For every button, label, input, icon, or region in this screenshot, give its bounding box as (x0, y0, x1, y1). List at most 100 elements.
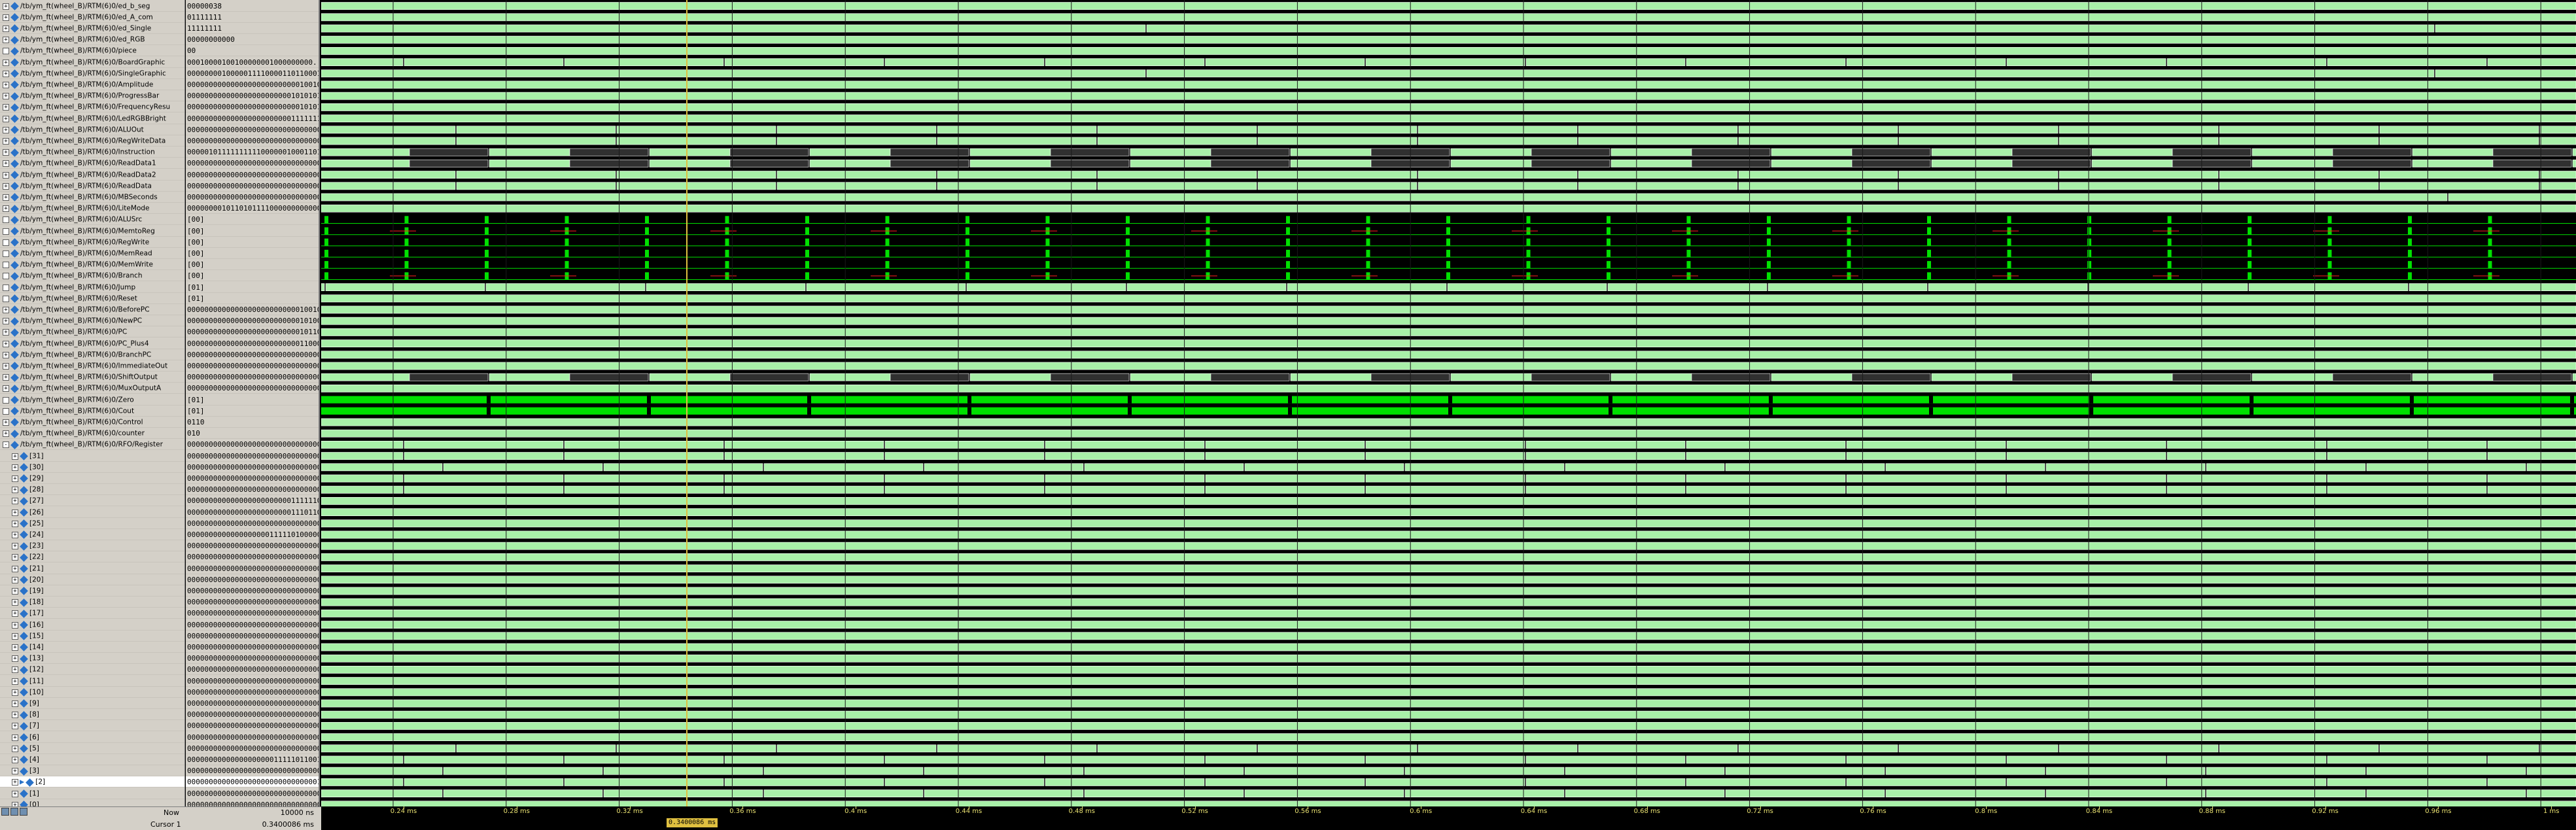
signal-row[interactable]: + /tb/ym_ft(wheel_B)/RTM(6)0/ed_Single (0, 23, 184, 35)
signal-row[interactable]: /tb/ym_ft(wheel_B)/RTM(6)0/RegWrite (0, 237, 184, 248)
expand-toggle-icon[interactable] (3, 262, 9, 269)
signal-row[interactable]: /tb/ym_ft(wheel_B)/RTM(6)0/Cout (0, 406, 184, 417)
expand-toggle-icon[interactable]: + (12, 768, 18, 775)
expand-toggle-icon[interactable]: + (12, 801, 18, 806)
expand-toggle-icon[interactable]: + (3, 14, 9, 21)
expand-toggle-icon[interactable]: + (12, 587, 18, 595)
expand-toggle-icon[interactable]: + (3, 182, 9, 190)
signal-row[interactable]: + [7] (0, 720, 184, 732)
signal-row[interactable]: /tb/ym_ft(wheel_B)/RTM(6)0/MemWrite (0, 259, 184, 271)
expand-toggle-icon[interactable]: + (12, 734, 18, 741)
expand-toggle-icon[interactable] (3, 407, 9, 415)
signal-row[interactable]: + [9] (0, 698, 184, 710)
signal-row[interactable]: /tb/ym_ft(wheel_B)/RTM(6)0/Branch (0, 270, 184, 282)
signal-row[interactable]: + [4] (0, 754, 184, 766)
signal-row[interactable]: + /tb/ym_ft(wheel_B)/RTM(6)0/FrequencyRes… (0, 101, 184, 113)
expand-toggle-icon[interactable]: + (12, 712, 18, 719)
signal-row[interactable]: + /tb/ym_ft(wheel_B)/RTM(6)0/BoardGraphic (0, 57, 184, 68)
cursor-add-icon[interactable] (20, 808, 27, 816)
signal-row[interactable]: + /tb/ym_ft(wheel_B)/RTM(6)0/BeforePC (0, 304, 184, 316)
expand-toggle-icon[interactable] (3, 239, 9, 246)
signal-row[interactable]: + /tb/ym_ft(wheel_B)/RTM(6)0/ed_RGB (0, 34, 184, 46)
expand-toggle-icon[interactable]: + (3, 194, 9, 201)
expand-toggle-icon[interactable]: + (12, 475, 18, 482)
signal-row[interactable]: + /tb/ym_ft(wheel_B)/RTM(6)0/NewPC (0, 315, 184, 327)
expand-toggle-icon[interactable]: + (3, 419, 9, 426)
signal-row[interactable]: /tb/ym_ft(wheel_B)/RTM(6)0/ALUSrc (0, 214, 184, 226)
signal-row[interactable]: /tb/ym_ft(wheel_B)/RTM(6)0/MemRead (0, 248, 184, 260)
signal-row[interactable]: /tb/ym_ft(wheel_B)/RTM(6)0/piece (0, 45, 184, 57)
signal-row[interactable]: + [12] (0, 664, 184, 676)
expand-toggle-icon[interactable]: + (12, 678, 18, 685)
expand-toggle-icon[interactable] (3, 284, 9, 291)
expand-toggle-icon[interactable]: + (3, 115, 9, 122)
signal-row[interactable]: + /tb/ym_ft(wheel_B)/RTM(6)0/ed_A_com (0, 12, 184, 23)
expand-toggle-icon[interactable]: + (12, 655, 18, 663)
expand-toggle-icon[interactable] (3, 396, 9, 404)
expand-toggle-icon[interactable]: + (3, 306, 9, 313)
signal-row[interactable]: + [14] (0, 642, 184, 653)
expand-toggle-icon[interactable] (3, 228, 9, 235)
signal-row[interactable]: + [29] (0, 473, 184, 485)
signal-row[interactable]: + [10] (0, 687, 184, 698)
expand-toggle-icon[interactable]: + (3, 329, 9, 336)
signal-row[interactable]: + [0] (0, 799, 184, 806)
signal-row[interactable]: /tb/ym_ft(wheel_B)/RTM(6)0/Reset (0, 293, 184, 304)
expand-toggle-icon[interactable]: + (3, 374, 9, 381)
expand-toggle-icon[interactable]: + (3, 205, 9, 213)
signal-row[interactable]: + [26] (0, 507, 184, 518)
expand-toggle-icon[interactable]: + (3, 430, 9, 438)
expand-toggle-icon[interactable]: + (3, 340, 9, 347)
signal-row[interactable]: + [30] (0, 462, 184, 473)
signal-row[interactable]: + /tb/ym_ft(wheel_B)/RTM(6)0/counter (0, 428, 184, 440)
expand-toggle-icon[interactable]: + (3, 70, 9, 77)
expand-toggle-icon[interactable]: + (3, 385, 9, 392)
signal-row[interactable]: + [6] (0, 732, 184, 743)
signal-row[interactable]: + [27] (0, 495, 184, 507)
zoom-icon[interactable] (1, 808, 9, 816)
signal-row[interactable]: + /tb/ym_ft(wheel_B)/RTM(6)0/ReadData2 (0, 169, 184, 181)
signal-row[interactable]: /tb/ym_ft(wheel_B)/RTM(6)0/Jump (0, 282, 184, 293)
signal-row[interactable]: + /tb/ym_ft(wheel_B)/RTM(6)0/Instruction (0, 147, 184, 158)
expand-toggle-icon[interactable]: + (12, 632, 18, 640)
signal-row[interactable]: + /tb/ym_ft(wheel_B)/RTM(6)0/ALUOut (0, 124, 184, 135)
signal-values-pane[interactable]: 00000038 01111111 11111111 00000000000 00 000… (186, 0, 320, 806)
expand-toggle-icon[interactable]: + (3, 171, 9, 179)
expand-toggle-icon[interactable]: + (3, 362, 9, 370)
signal-row[interactable]: + [20] (0, 574, 184, 585)
signal-row[interactable]: + [19] (0, 585, 184, 597)
signal-row[interactable]: + /tb/ym_ft(wheel_B)/RTM(6)0/LiteMode (0, 203, 184, 215)
signal-row[interactable]: + [22] (0, 551, 184, 563)
expand-toggle-icon[interactable]: + (3, 137, 9, 145)
expand-toggle-icon[interactable]: + (12, 543, 18, 550)
expand-toggle-icon[interactable]: + (12, 644, 18, 651)
signal-row[interactable]: + [15] (0, 631, 184, 642)
signal-row[interactable]: + /tb/ym_ft(wheel_B)/RTM(6)0/LedRGBBright (0, 113, 184, 124)
lock-icon[interactable] (10, 808, 18, 816)
expand-toggle-icon[interactable]: + (3, 3, 9, 10)
expand-toggle-icon[interactable]: + (3, 318, 9, 325)
expand-toggle-icon[interactable] (3, 48, 9, 55)
signal-row[interactable]: + /tb/ym_ft(wheel_B)/RTM(6)0/BranchPC (0, 349, 184, 360)
signal-row[interactable]: + [24] (0, 529, 184, 541)
signal-row[interactable]: + [13] (0, 653, 184, 665)
expand-toggle-icon[interactable] (3, 273, 9, 280)
expand-toggle-icon[interactable]: + (12, 554, 18, 561)
expand-toggle-icon[interactable]: - (3, 441, 9, 449)
signal-row[interactable]: + /tb/ym_ft(wheel_B)/RTM(6)0/PC_Plus4 (0, 338, 184, 349)
expand-toggle-icon[interactable]: + (12, 487, 18, 494)
expand-toggle-icon[interactable]: + (12, 464, 18, 471)
signal-row[interactable]: + [25] (0, 518, 184, 529)
expand-toggle-icon[interactable]: + (12, 520, 18, 527)
expand-toggle-icon[interactable]: + (3, 59, 9, 66)
expand-toggle-icon[interactable]: + (12, 689, 18, 696)
expand-toggle-icon[interactable]: + (12, 756, 18, 763)
expand-toggle-icon[interactable]: + (3, 93, 9, 100)
expand-toggle-icon[interactable]: + (12, 621, 18, 629)
signal-row[interactable]: + /tb/ym_ft(wheel_B)/RTM(6)0/Amplitude (0, 79, 184, 91)
expand-toggle-icon[interactable]: + (12, 509, 18, 516)
expand-toggle-icon[interactable]: + (12, 565, 18, 572)
signal-row[interactable]: /tb/ym_ft(wheel_B)/RTM(6)0/Zero (0, 394, 184, 406)
signal-row[interactable]: + [5] (0, 743, 184, 754)
signal-row[interactable]: /tb/ym_ft(wheel_B)/RTM(6)0/MemtoReg (0, 226, 184, 237)
